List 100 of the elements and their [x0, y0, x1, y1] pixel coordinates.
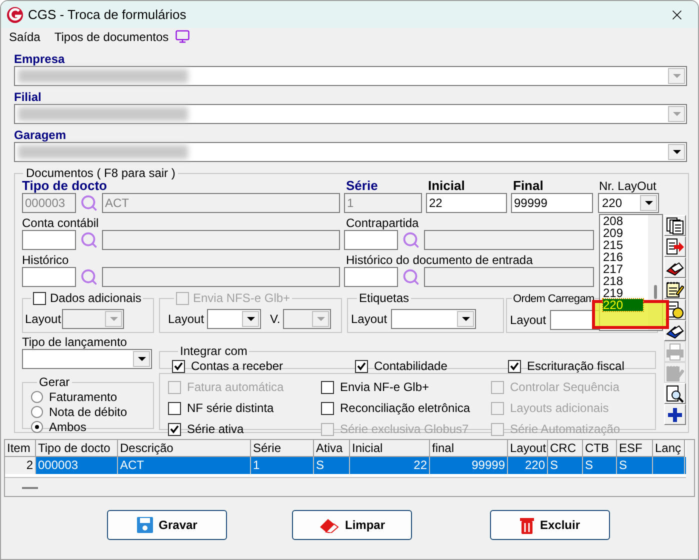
checkbox[interactable]	[508, 360, 521, 372]
layout-dropdown[interactable]	[207, 309, 262, 329]
selector-dropdown[interactable]	[14, 66, 687, 86]
group-title: Ordem Carregam	[513, 293, 594, 305]
search-icon[interactable]	[80, 231, 98, 249]
eraser-icon	[318, 517, 339, 533]
column-header[interactable]: CTB	[583, 440, 617, 457]
column-header[interactable]: Ativa	[314, 440, 350, 457]
field-label: Histórico do documento de entrada	[346, 254, 533, 267]
checkbox-label: Reconciliação eletrônica	[340, 400, 470, 417]
radio-label: Ambos	[49, 418, 86, 436]
caret-icon	[246, 316, 255, 322]
column-header[interactable]: ESF	[617, 440, 653, 457]
checkbox-label: Dados adicionais	[50, 290, 142, 307]
search-icon[interactable]	[80, 268, 98, 286]
caret-icon	[316, 316, 325, 322]
code-field[interactable]	[22, 267, 76, 287]
final-field[interactable]: 99999	[511, 193, 593, 213]
export-icon	[666, 238, 684, 256]
column-header[interactable]: Lanç	[653, 440, 685, 457]
trash-icon	[520, 516, 534, 534]
search-icon[interactable]	[80, 194, 98, 212]
delete-button[interactable]: Excluir	[490, 510, 610, 540]
column-header[interactable]: Layout	[508, 440, 548, 457]
description-field[interactable]	[424, 267, 594, 287]
save-button[interactable]: Gravar	[107, 510, 227, 540]
checkbox[interactable]	[168, 422, 181, 436]
checkbox[interactable]	[168, 402, 181, 414]
checkbox-label: Envia NFS-e Glb+	[193, 290, 290, 307]
checkbox[interactable]	[355, 360, 368, 372]
checkbox-label: NF série distinta	[187, 400, 274, 417]
version-dropdown[interactable]	[283, 309, 332, 329]
field-label: Layout	[25, 311, 62, 328]
list-item[interactable]: 217	[603, 263, 648, 275]
radio-button[interactable]	[31, 390, 43, 402]
code-field[interactable]	[22, 230, 76, 250]
checkbox-label: Layouts adicionais	[510, 400, 609, 417]
column-header[interactable]: Inicial	[350, 440, 430, 457]
list-item[interactable]: 216	[603, 251, 648, 263]
column-header[interactable]: Descrição	[118, 440, 251, 457]
checkbox-label: Escrituração fiscal	[527, 358, 624, 375]
column-header[interactable]: CRC	[548, 440, 583, 457]
list-item[interactable]: 209	[603, 227, 648, 239]
field-label: Filial	[14, 90, 42, 104]
group-title: Etiquetas	[359, 291, 410, 305]
window-title: CGS - Troca de formulários	[28, 6, 186, 24]
row-header: 2	[5, 457, 36, 474]
menu-item[interactable]: Saída	[9, 28, 40, 46]
description-field[interactable]	[102, 230, 340, 250]
description-field[interactable]	[102, 267, 340, 287]
field-label: Layout	[510, 312, 546, 328]
layout-dropdown[interactable]	[391, 309, 476, 329]
layout-dropdown[interactable]	[62, 309, 124, 329]
printer-icon	[666, 342, 684, 360]
field-label: V.	[270, 311, 280, 328]
selector-dropdown[interactable]	[14, 142, 687, 162]
menu-item[interactable]: Tipos de documentos	[54, 28, 169, 46]
description-field[interactable]	[424, 230, 594, 250]
checkbox-label: Fatura automática	[187, 379, 284, 396]
dash-mark	[22, 487, 38, 489]
field-label: Tipo de docto	[22, 179, 108, 193]
inicial-field[interactable]: 22	[426, 193, 507, 213]
field-label: Conta contábil	[22, 217, 100, 230]
notepad-icon	[666, 364, 684, 382]
list-item[interactable]: 218	[603, 275, 648, 287]
checkbox-label: Série ativa	[187, 421, 244, 438]
checkbox[interactable]	[172, 360, 185, 372]
checkbox[interactable]	[33, 292, 46, 304]
selector-dropdown[interactable]	[14, 104, 687, 124]
column-header[interactable]: Item	[5, 440, 36, 457]
radio-button[interactable]	[31, 420, 43, 432]
field-label: Inicial	[428, 179, 466, 193]
code-field[interactable]	[344, 267, 398, 287]
preview-icon	[666, 384, 684, 402]
list-item[interactable]: 215	[603, 239, 648, 251]
radio-label: Nota de débito	[49, 404, 128, 420]
radio-label: Faturamento	[49, 388, 118, 406]
list-item[interactable]: 208	[603, 215, 648, 227]
checkbox[interactable]	[321, 402, 334, 414]
documents-icon	[666, 216, 684, 234]
group-title: Integrar com	[180, 344, 248, 358]
table-row[interactable]: 2 000003 ACT 1 S 22 99999 220 S S S	[5, 457, 686, 474]
clear-button[interactable]: Limpar	[292, 510, 412, 540]
logo-icon	[6, 6, 24, 24]
list-item[interactable]: 219	[603, 287, 648, 299]
column-header[interactable]: Tipo de docto	[36, 440, 118, 457]
monitor-icon[interactable]	[174, 29, 190, 44]
search-icon[interactable]	[402, 268, 420, 286]
field-label: Final	[513, 179, 544, 193]
list-item[interactable]: 220	[603, 299, 643, 311]
tipo-lancamento-dropdown[interactable]	[22, 349, 152, 369]
search-icon[interactable]	[402, 231, 420, 249]
radio-button[interactable]	[31, 406, 43, 418]
checkbox[interactable]	[321, 380, 334, 394]
code-field[interactable]	[344, 230, 398, 250]
field-label: Layout	[168, 311, 204, 328]
checkbox-label: Contabilidade	[374, 358, 448, 375]
layout-dropdown[interactable]: 220	[598, 193, 659, 213]
column-header[interactable]: Série	[251, 440, 314, 457]
column-header[interactable]: final	[430, 440, 508, 457]
